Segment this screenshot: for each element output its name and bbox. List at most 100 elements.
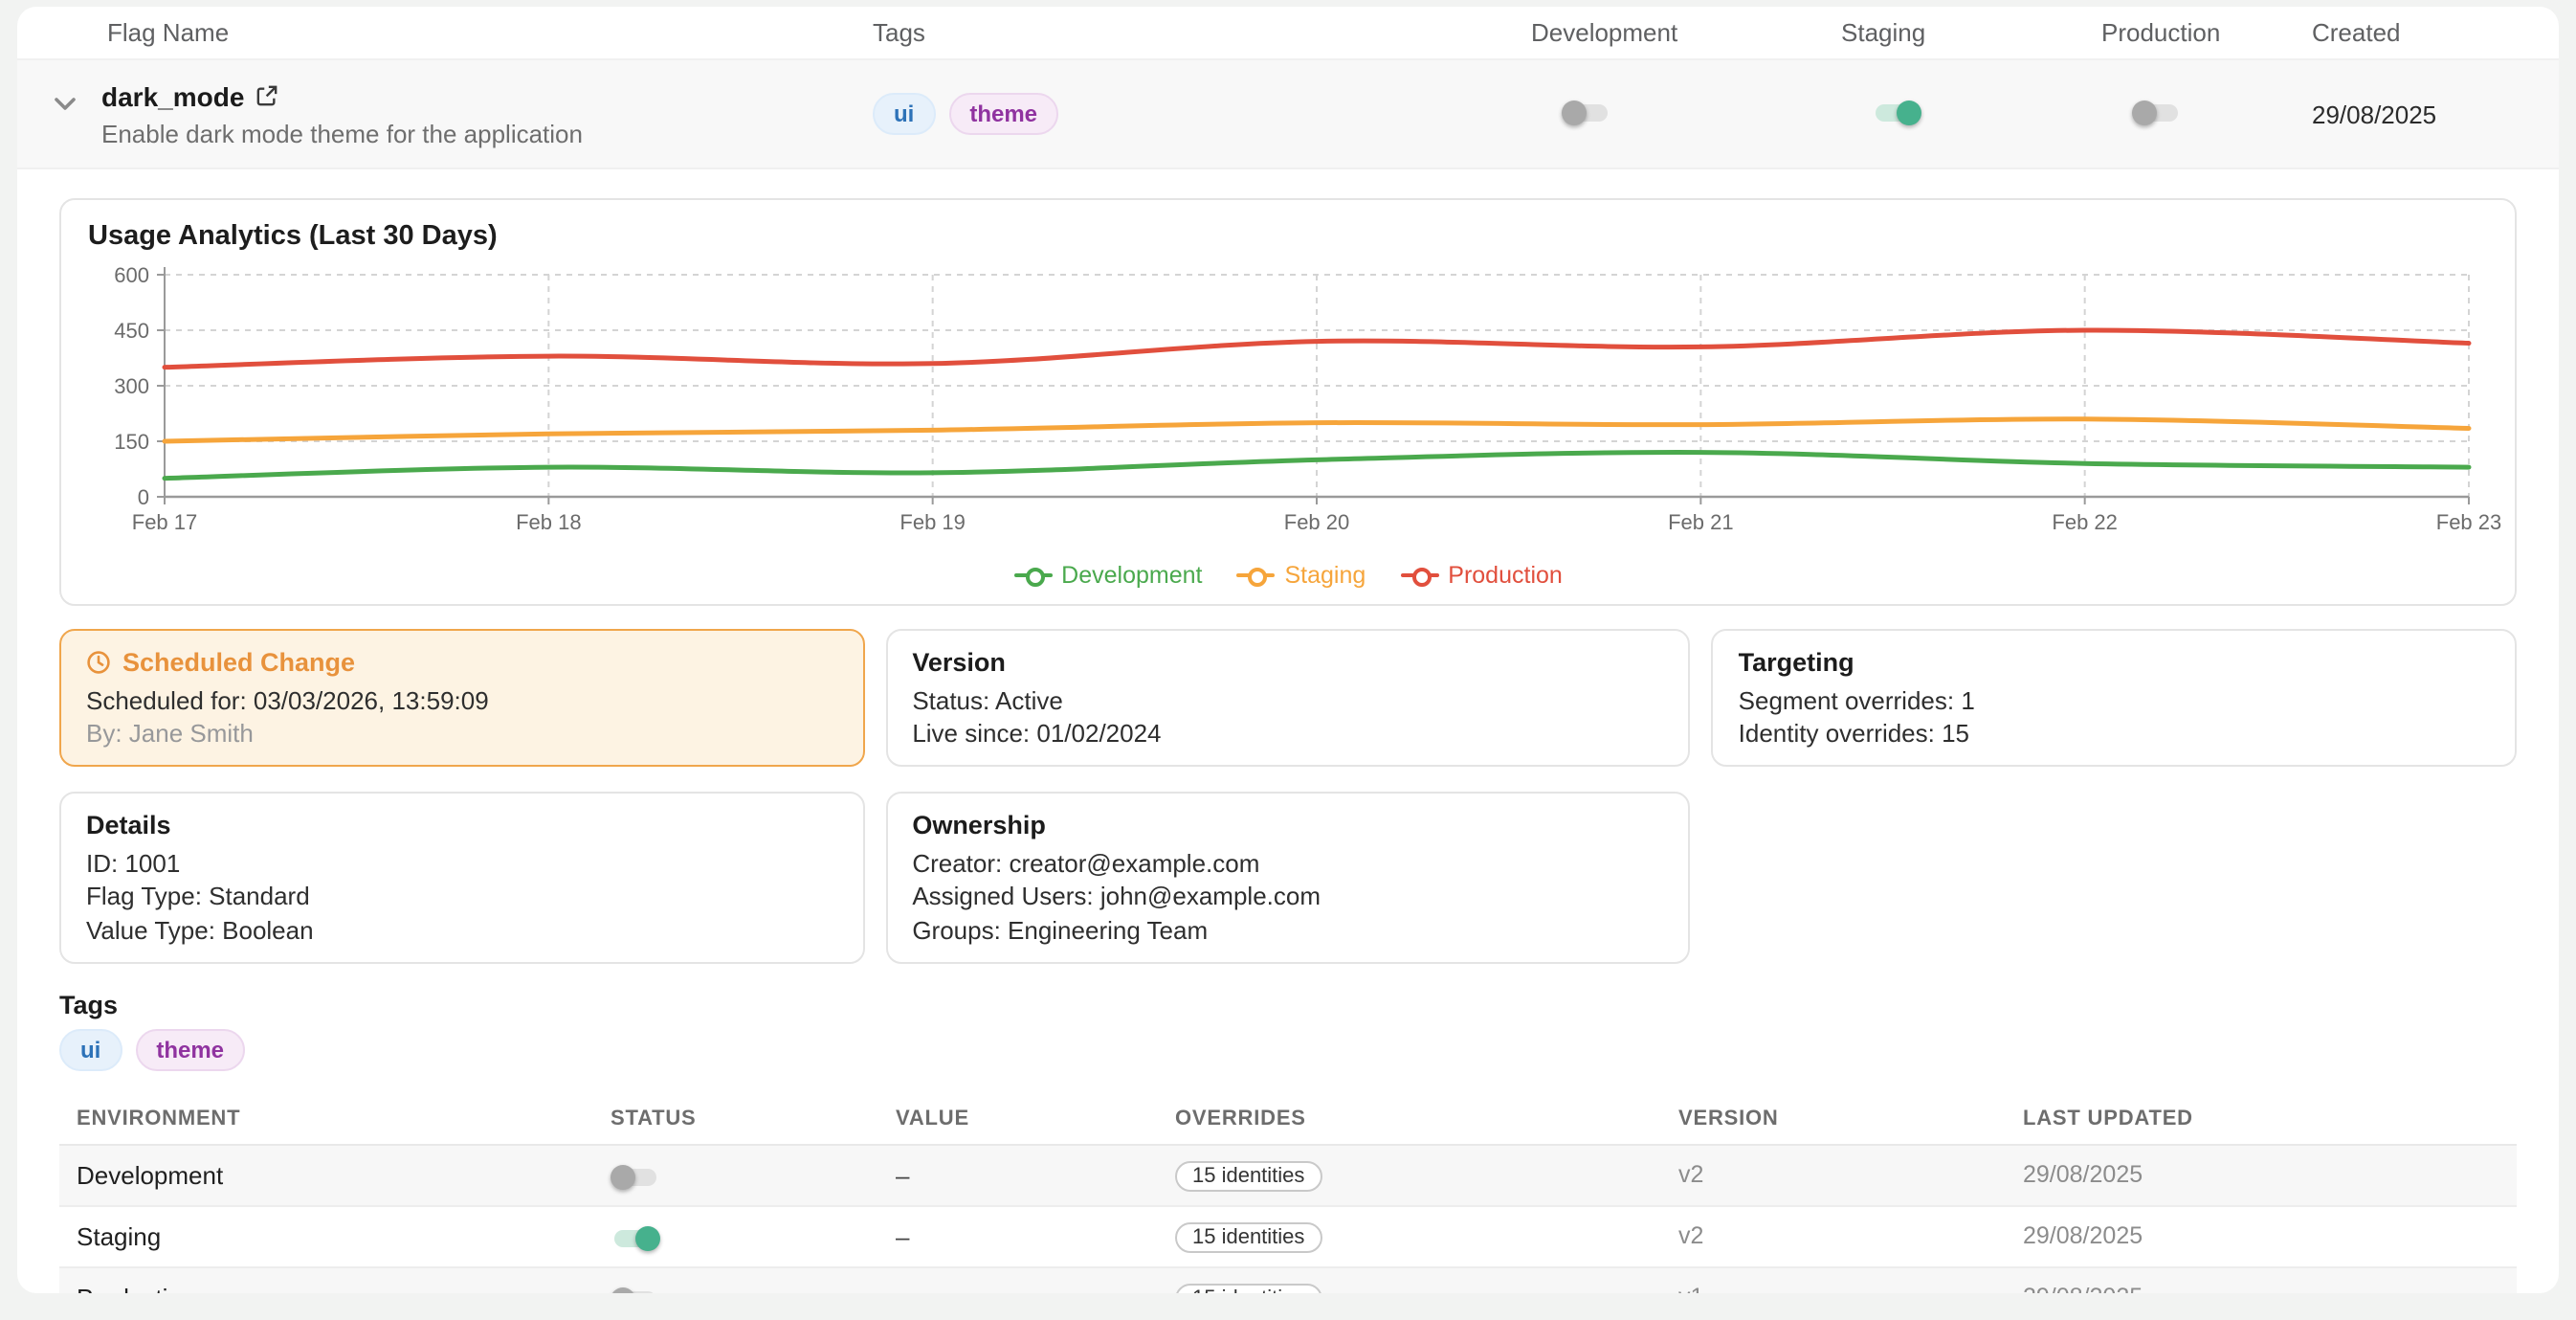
usage-analytics-card: Usage Analytics (Last 30 Days) 0 150 300 45… xyxy=(59,198,2517,606)
legend-label: Production xyxy=(1448,562,1563,589)
tag-pill-ui: ui xyxy=(59,1029,122,1071)
environments-table-header: ENVIRONMENT STATUS VALUE OVERRIDES VERSI… xyxy=(59,1100,2517,1146)
flag-table-header: Flag Name Tags Development Staging Produ… xyxy=(17,7,2559,58)
page: Flag Name Tags Development Staging Produ… xyxy=(0,7,2576,1320)
segment-overrides: Segment overrides: 1 xyxy=(1739,684,2490,717)
tag-pill-theme: theme xyxy=(135,1029,245,1071)
targeting-card-title: Targeting xyxy=(1739,648,2490,677)
chart-title: Usage Analytics (Last 30 Days) xyxy=(88,221,2488,252)
collapse-row-button[interactable] xyxy=(50,92,80,115)
env-col-environment: ENVIRONMENT xyxy=(59,1107,611,1130)
staging-toggle[interactable] xyxy=(1872,101,1921,126)
chevron-down-icon xyxy=(54,88,77,117)
identities-overrides-pill[interactable]: 15 identities xyxy=(1175,1161,1321,1192)
legend-line-marker-icon xyxy=(1236,564,1275,587)
external-link-icon[interactable] xyxy=(255,85,277,106)
env-last-updated: 29/08/2025 xyxy=(2023,1223,2517,1250)
environments-table: ENVIRONMENT STATUS VALUE OVERRIDES VERSI… xyxy=(59,1100,2517,1293)
tag-pill-ui: ui xyxy=(873,93,935,135)
svg-text:Feb 21: Feb 21 xyxy=(1668,510,1734,534)
flag-row: dark_mode Enable dark mode theme for the… xyxy=(17,58,2559,169)
scheduled-by-text: By: Jane Smith xyxy=(86,717,837,749)
version-card-title: Version xyxy=(912,648,1663,677)
column-header-staging: Staging xyxy=(1841,18,2101,47)
version-status: Status: Active xyxy=(912,684,1663,717)
scheduled-for-text: Scheduled for: 03/03/2026, 13:59:09 xyxy=(86,684,837,717)
identities-overrides-pill[interactable]: 15 identities xyxy=(1175,1222,1321,1253)
tag-pill-theme: theme xyxy=(948,93,1058,135)
flag-id: ID: 1001 xyxy=(86,848,837,881)
column-header-production: Production xyxy=(2101,18,2312,47)
env-col-overrides: OVERRIDES xyxy=(1175,1107,1678,1130)
env-col-value: VALUE xyxy=(896,1107,1175,1130)
svg-text:Feb 17: Feb 17 xyxy=(132,510,198,534)
legend-item-development[interactable]: Development xyxy=(1013,562,1202,589)
identity-overrides: Identity overrides: 15 xyxy=(1739,717,2490,749)
env-name: Development xyxy=(59,1161,611,1190)
legend-line-marker-icon xyxy=(1013,564,1052,587)
env-version: v2 xyxy=(1678,1162,2023,1189)
svg-text:Feb 23: Feb 23 xyxy=(2436,510,2502,534)
clock-icon xyxy=(86,650,111,675)
flag-title-block: dark_mode Enable dark mode theme for the… xyxy=(101,80,583,147)
development-status-toggle[interactable] xyxy=(611,1165,660,1190)
details-card: Details ID: 1001 Flag Type: Standard Val… xyxy=(59,793,864,964)
svg-text:Feb 22: Feb 22 xyxy=(2052,510,2118,534)
flag-tags-cell: ui theme xyxy=(873,93,1531,135)
creator: Creator: creator@example.com xyxy=(912,848,1663,881)
usage-analytics-chart: 0 150 300 450 600 Feb 17 Feb 18 Feb 19 Feb 20 Feb… xyxy=(88,259,2492,562)
env-col-status: STATUS xyxy=(611,1107,896,1130)
env-last-updated: 29/08/2025 xyxy=(2023,1285,2517,1293)
legend-line-marker-icon xyxy=(1400,564,1438,587)
env-col-last-updated: LAST UPDATED xyxy=(2023,1107,2517,1130)
identities-overrides-pill[interactable]: 15 identities xyxy=(1175,1284,1321,1293)
staging-status-toggle[interactable] xyxy=(611,1226,660,1251)
ownership-card: Ownership Creator: creator@example.com A… xyxy=(885,793,1690,964)
details-card-title: Details xyxy=(86,812,837,840)
env-value: – xyxy=(896,1161,1175,1190)
scheduled-change-card: Scheduled Change Scheduled for: 03/03/20… xyxy=(59,629,864,768)
env-name: Production xyxy=(59,1284,611,1293)
ownership-card-title: Ownership xyxy=(912,812,1663,840)
env-col-version: VERSION xyxy=(1678,1107,2023,1130)
env-value: – xyxy=(896,1284,1175,1293)
tags-section: Tags ui theme xyxy=(59,991,2517,1071)
groups: Groups: Engineering Team xyxy=(912,913,1663,946)
chart-legend: Development Staging Production xyxy=(88,562,2488,589)
flag-type: Flag Type: Standard xyxy=(86,881,837,913)
column-header-created: Created xyxy=(2312,18,2559,47)
table-row-development: Development – 15 identities v2 29/08/202… xyxy=(59,1146,2517,1207)
legend-label: Development xyxy=(1061,562,1202,589)
version-card: Version Status: Active Live since: 01/02… xyxy=(885,629,1690,768)
svg-text:Feb 18: Feb 18 xyxy=(516,510,582,534)
legend-item-staging[interactable]: Staging xyxy=(1236,562,1366,589)
scheduled-change-title: Scheduled Change xyxy=(122,648,355,677)
env-version: v1 xyxy=(1678,1285,2023,1293)
production-toggle[interactable] xyxy=(2132,101,2182,126)
svg-text:150: 150 xyxy=(114,430,149,454)
env-value: – xyxy=(896,1222,1175,1251)
env-version: v2 xyxy=(1678,1223,2023,1250)
production-status-toggle[interactable] xyxy=(611,1287,660,1293)
env-last-updated: 29/08/2025 xyxy=(2023,1162,2517,1189)
development-toggle[interactable] xyxy=(1562,101,1611,126)
flag-created-date: 29/08/2025 xyxy=(2312,100,2559,128)
table-row-staging: Staging – 15 identities v2 29/08/2025 xyxy=(59,1207,2517,1268)
value-type: Value Type: Boolean xyxy=(86,913,837,946)
flag-description: Enable dark mode theme for the applicati… xyxy=(101,119,583,147)
svg-text:600: 600 xyxy=(114,263,149,287)
svg-text:300: 300 xyxy=(114,374,149,398)
column-header-flag-name: Flag Name xyxy=(17,18,873,47)
svg-text:Feb 19: Feb 19 xyxy=(899,510,966,534)
svg-text:0: 0 xyxy=(138,485,149,509)
targeting-card: Targeting Segment overrides: 1 Identity … xyxy=(1712,629,2517,768)
legend-label: Staging xyxy=(1284,562,1366,589)
svg-text:Feb 20: Feb 20 xyxy=(1284,510,1350,534)
legend-item-production[interactable]: Production xyxy=(1400,562,1563,589)
table-row-production: Production – 15 identities v1 29/08/2025 xyxy=(59,1268,2517,1293)
flag-name: dark_mode xyxy=(101,80,244,111)
svg-text:450: 450 xyxy=(114,319,149,343)
column-header-tags: Tags xyxy=(873,18,1531,47)
column-header-development: Development xyxy=(1531,18,1841,47)
tags-section-title: Tags xyxy=(59,991,2517,1019)
